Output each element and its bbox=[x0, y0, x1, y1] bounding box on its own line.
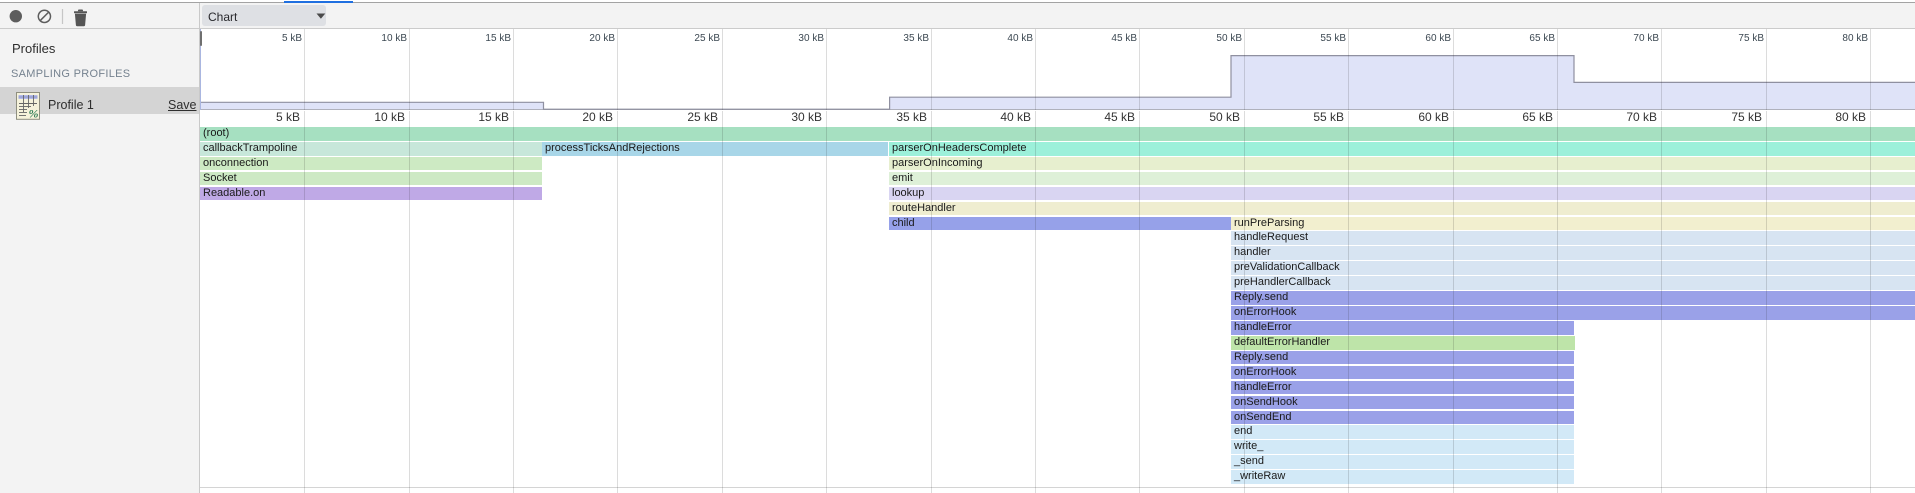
svg-text:%: % bbox=[28, 107, 38, 121]
